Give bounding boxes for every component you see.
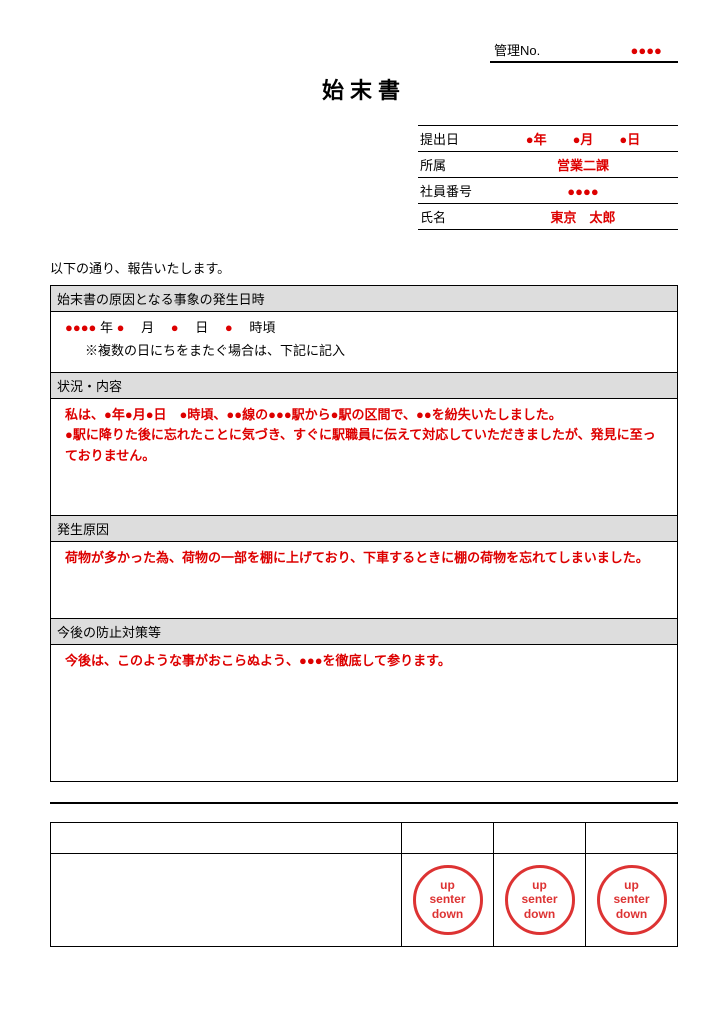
meta-name-value: 東京 太郎	[490, 207, 676, 226]
stamp-header-3	[586, 822, 678, 853]
stamp-l3: down	[616, 907, 647, 921]
stamp-l3: down	[524, 907, 555, 921]
document-title: 始末書	[50, 73, 678, 105]
stamp-cell-1: up senter down	[402, 853, 494, 946]
stamp-header-1	[402, 822, 494, 853]
meta-dept-value: 営業二課	[490, 155, 676, 174]
stamp-l1: up	[624, 878, 639, 892]
mgmt-value: ●●●●	[562, 43, 662, 58]
meta-date-label: 提出日	[420, 129, 490, 148]
section-body-datetime: ●●●● 年 ● 月 ● 日 ● 時頃 ※複数の日にちをまたぐ場合は、下記に記入	[51, 312, 677, 373]
dt-time-label: 時頃	[236, 320, 275, 335]
section-head-cause: 発生原因	[51, 516, 677, 542]
section-body-prevention: 今後は、このような事がおこらぬよう、●●●を徹底して参ります。	[51, 645, 677, 781]
intro-text: 以下の通り、報告いたします。	[50, 258, 678, 277]
seal-stamp-icon: up senter down	[597, 865, 667, 935]
approval-stamp-table: up senter down up senter down up senter …	[50, 822, 678, 947]
stamp-header-2	[494, 822, 586, 853]
dt-year-label: 年	[100, 320, 117, 335]
section-body-situation: 私は、●年●月●日 ●時頃、●●線の●●●駅から●駅の区間で、●●を紛失いたしま…	[51, 399, 677, 516]
form-box: 始末書の原因となる事象の発生日時 ●●●● 年 ● 月 ● 日 ● 時頃 ※複数…	[50, 285, 678, 782]
seal-stamp-icon: up senter down	[505, 865, 575, 935]
stamp-l3: down	[432, 907, 463, 921]
meta-name-label: 氏名	[420, 207, 490, 226]
cause-text: 荷物が多かった為、荷物の一部を棚に上げており、下車するときに棚の荷物を忘れてしま…	[65, 548, 667, 569]
stamp-l1: up	[440, 878, 455, 892]
stamp-l1: up	[532, 878, 547, 892]
section-head-situation: 状況・内容	[51, 373, 677, 399]
section-head-datetime: 始末書の原因となる事象の発生日時	[51, 286, 677, 312]
meta-dept-label: 所属	[420, 155, 490, 174]
stamp-cell-3: up senter down	[586, 853, 678, 946]
dt-time-mark: ●	[225, 320, 233, 335]
meta-empno-value: ●●●●	[490, 184, 676, 199]
stamp-body-blank	[51, 853, 402, 946]
management-number-block: 管理No. ●●●●	[50, 40, 678, 63]
document-page: 管理No. ●●●● 始末書 提出日 ●年 ●月 ●日 所属 営業二課 社員番号…	[0, 0, 728, 977]
dt-day-label: 日	[182, 320, 221, 335]
dt-note: ※複数の日にちをまたぐ場合は、下記に記入	[85, 341, 667, 362]
section-body-cause: 荷物が多かった為、荷物の一部を棚に上げており、下車するときに棚の荷物を忘れてしま…	[51, 542, 677, 619]
meta-date-value: ●年 ●月 ●日	[490, 129, 676, 148]
situation-line1: 私は、●年●月●日 ●時頃、●●線の●●●駅から●駅の区間で、●●を紛失いたしま…	[65, 405, 667, 426]
seal-stamp-icon: up senter down	[413, 865, 483, 935]
dt-month-mark: ●	[117, 320, 125, 335]
stamp-l2: senter	[521, 892, 557, 906]
meta-table: 提出日 ●年 ●月 ●日 所属 営業二課 社員番号 ●●●● 氏名 東京 太郎	[418, 125, 678, 230]
meta-empno-label: 社員番号	[420, 181, 490, 200]
stamp-l2: senter	[429, 892, 465, 906]
stamp-cell-2: up senter down	[494, 853, 586, 946]
dt-year-mark: ●●●●	[65, 320, 96, 335]
stamp-l2: senter	[613, 892, 649, 906]
situation-line2: ●駅に降りた後に忘れたことに気づき、すぐに駅職員に伝えて対応していただきましたが…	[65, 425, 667, 467]
divider	[50, 802, 678, 804]
mgmt-label: 管理No.	[494, 43, 540, 58]
section-head-prevention: 今後の防止対策等	[51, 619, 677, 645]
stamp-header-blank	[51, 822, 402, 853]
dt-day-mark: ●	[171, 320, 179, 335]
prevention-text: 今後は、このような事がおこらぬよう、●●●を徹底して参ります。	[65, 651, 667, 672]
dt-month-label: 月	[128, 320, 167, 335]
